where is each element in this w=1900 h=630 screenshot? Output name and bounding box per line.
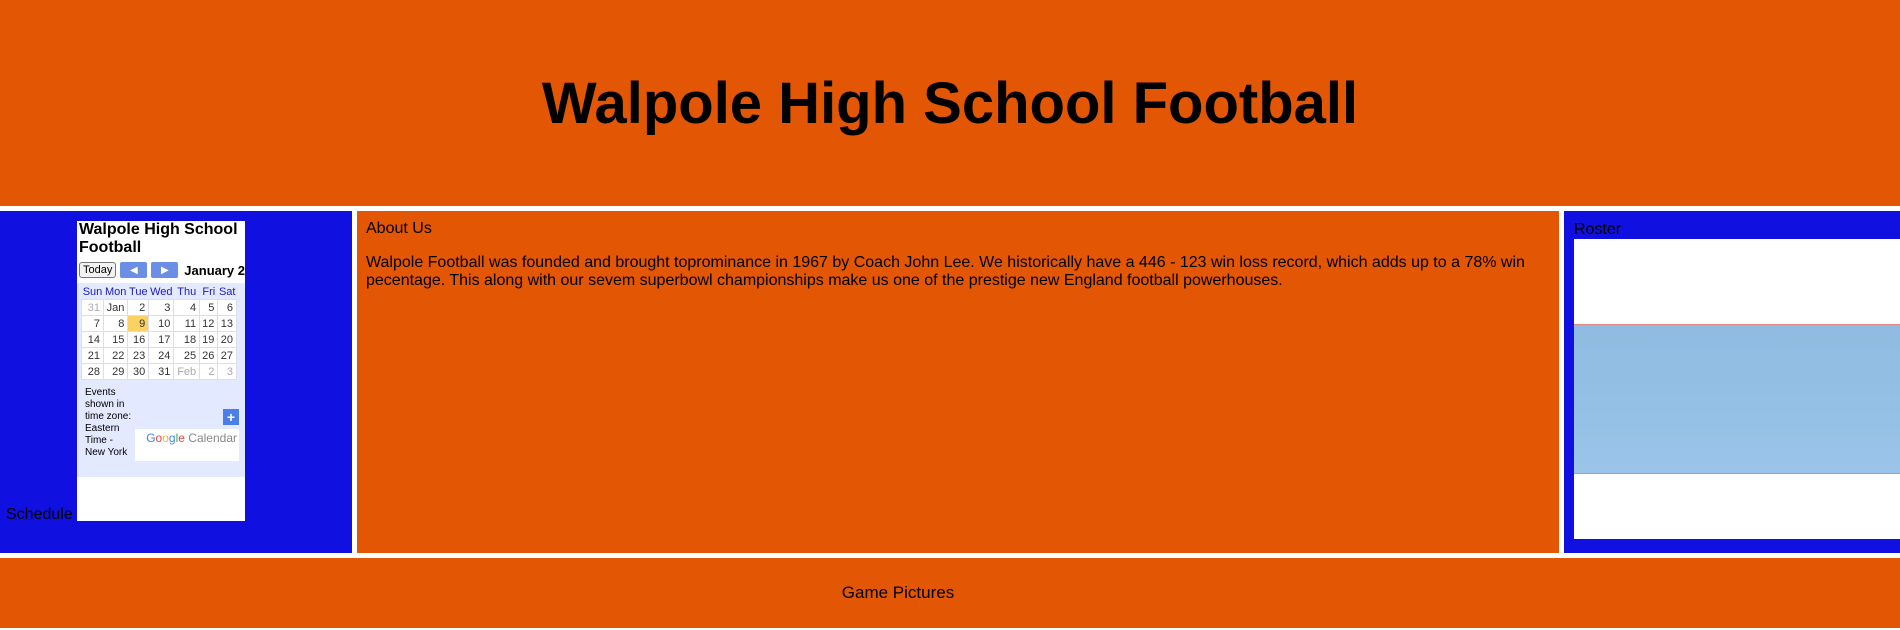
calendar-day[interactable]: 6 xyxy=(217,299,237,316)
calendar-day[interactable]: Jan xyxy=(102,299,129,316)
calendar-day[interactable]: 10 xyxy=(148,315,175,332)
weekday-header: Thu xyxy=(177,286,197,298)
calendar-day[interactable]: 21 xyxy=(81,347,104,364)
calendar-day[interactable]: Feb xyxy=(173,363,201,380)
calendar-day[interactable]: 15 xyxy=(102,331,129,348)
calendar-day[interactable]: 2 xyxy=(127,299,150,316)
roster-image-band xyxy=(1574,324,1900,474)
calendar-day[interactable]: 27 xyxy=(217,347,237,364)
calendar-grid-area: Sun Mon Tue Wed Thu Fri Sat 31 Jan 2 3 4… xyxy=(77,283,245,477)
calendar-day[interactable]: 13 xyxy=(217,315,237,332)
calendar-brand-text: Calendar xyxy=(188,431,237,445)
weekday-header: Wed xyxy=(150,286,173,298)
calendar-widget: Walpole High School Football Today ◀ ▶ J… xyxy=(77,221,245,521)
calendar-day[interactable]: 29 xyxy=(102,363,129,380)
calendar-day[interactable]: 20 xyxy=(217,331,237,348)
calendar-title: Walpole High School Football xyxy=(79,221,238,256)
weekday-header: Fri xyxy=(202,286,216,298)
calendar-day[interactable]: 19 xyxy=(199,331,219,348)
footer: Game Pictures xyxy=(0,558,1900,628)
weekday-header: Sat xyxy=(218,286,236,298)
calendar-day[interactable]: 3 xyxy=(148,299,175,316)
game-pictures-label: Game Pictures xyxy=(841,583,955,602)
calendar-day-today[interactable]: 9 xyxy=(127,315,150,332)
calendar-day[interactable]: 30 xyxy=(127,363,150,380)
calendar-day[interactable]: 18 xyxy=(173,331,201,348)
weekday-header: Sun xyxy=(82,286,103,298)
about-title: About Us xyxy=(366,220,432,237)
weekday-header: Tue xyxy=(129,286,148,298)
timezone-note: Events shown in time zone: Eastern Time … xyxy=(85,387,132,458)
calendar-day[interactable]: 25 xyxy=(173,347,201,364)
calendar-day[interactable]: 7 xyxy=(81,315,104,332)
today-button[interactable]: Today xyxy=(79,262,117,278)
calendar-day[interactable]: 31 xyxy=(81,299,104,316)
calendar-day[interactable]: 16 xyxy=(127,331,150,348)
calendar-day[interactable]: 2 xyxy=(199,363,219,380)
page-title: Walpole High School Football xyxy=(541,70,1359,136)
calendar-day[interactable]: 28 xyxy=(81,363,104,380)
calendar-day[interactable]: 31 xyxy=(148,363,175,380)
calendar-day[interactable]: 14 xyxy=(81,331,104,348)
about-panel: About Us Walpole Football was founded an… xyxy=(357,211,1559,553)
chevron-left-icon[interactable]: ◀ xyxy=(120,262,148,278)
calendar-day[interactable]: 3 xyxy=(217,363,237,380)
schedule-label: Schedule xyxy=(6,506,73,523)
calendar-day[interactable]: 17 xyxy=(148,331,175,348)
schedule-panel: Walpole High School Football Today ◀ ▶ J… xyxy=(0,211,352,553)
roster-panel: Roster xyxy=(1564,211,1900,553)
chevron-right-icon[interactable]: ▶ xyxy=(151,262,179,278)
roster-image xyxy=(1574,239,1900,539)
plus-icon[interactable]: + xyxy=(223,409,239,425)
about-text: Walpole Football was founded and brought… xyxy=(366,254,1525,289)
calendar-day[interactable]: 11 xyxy=(173,315,201,332)
calendar-day[interactable]: 4 xyxy=(173,299,201,316)
calendar-day[interactable]: 8 xyxy=(102,315,129,332)
calendar-day[interactable]: 12 xyxy=(199,315,219,332)
calendar-day[interactable]: 26 xyxy=(199,347,219,364)
roster-title: Roster xyxy=(1574,221,1622,238)
weekday-header: Mon xyxy=(104,286,127,298)
calendar-day[interactable]: 5 xyxy=(199,299,219,316)
google-calendar-link[interactable]: Google Calendar xyxy=(146,431,237,445)
calendar-day[interactable]: 24 xyxy=(148,347,175,364)
google-logo-text: Google xyxy=(146,431,185,445)
calendar-grid: Sun Mon Tue Wed Thu Fri Sat 31 Jan 2 3 4… xyxy=(81,285,237,380)
calendar-day[interactable]: 23 xyxy=(127,347,150,364)
calendar-nav: Today ◀ ▶ January 2 xyxy=(77,261,245,279)
page-header: Walpole High School Football xyxy=(0,0,1900,206)
calendar-month-label: January 2 xyxy=(184,262,245,278)
calendar-day[interactable]: 22 xyxy=(102,347,129,364)
